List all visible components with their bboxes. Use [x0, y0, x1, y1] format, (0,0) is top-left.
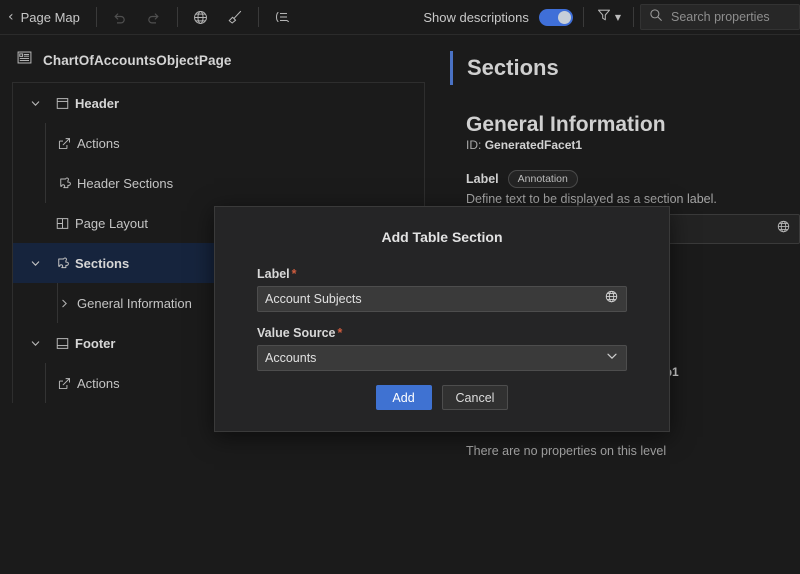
chevron-down-icon[interactable]	[605, 349, 619, 368]
add-table-section-dialog: Add Table Section Label * Account Subject…	[214, 206, 670, 432]
tree-guide-line	[45, 163, 46, 203]
undo-icon	[111, 9, 128, 26]
tree-item-label: Actions	[77, 375, 120, 391]
section-id-value: GeneratedFacet1	[484, 138, 583, 153]
back-to-page-map-button[interactable]: ‹ Page Map	[0, 0, 90, 35]
show-descriptions-group: Show descriptions	[423, 8, 577, 26]
redo-icon	[145, 9, 162, 26]
magic-wand-icon	[226, 8, 244, 26]
label-property-description: Define text to be displayed as a section…	[466, 192, 717, 207]
tree-item-header[interactable]: Header	[13, 83, 424, 123]
dialog-label-input-value: Account Subjects	[265, 292, 362, 306]
undo-button[interactable]	[103, 3, 137, 31]
tree-guide-line	[45, 123, 46, 163]
dialog-value-source-select[interactable]: Accounts	[257, 345, 627, 371]
dialog-body: Label * Account Subjects Value Source * Ac…	[215, 245, 669, 410]
tree-item-label: Sections	[75, 255, 130, 271]
tree-item-header-actions[interactable]: Actions	[13, 123, 424, 163]
outline-list-icon	[273, 8, 291, 26]
search-properties-box[interactable]	[640, 4, 800, 30]
required-asterisk: *	[337, 326, 343, 340]
required-asterisk: *	[291, 267, 297, 281]
dialog-value-source-value: Accounts	[265, 351, 317, 365]
chevron-down-icon[interactable]	[21, 258, 49, 269]
label-property-header: Label Annotation	[466, 170, 800, 189]
tree-guide-line	[45, 363, 46, 403]
tree-root-node[interactable]: ChartOfAccountsObjectPage	[0, 35, 437, 82]
section-id-line: ID: GeneratedFacet1	[466, 138, 800, 152]
back-button-label: Page Map	[20, 9, 80, 25]
tree-item-label: General Information	[77, 295, 192, 311]
toggle-knob	[557, 10, 571, 24]
chevron-down-icon: ▼	[614, 12, 621, 22]
toolbar-divider	[95, 7, 97, 27]
section-id-prefix: ID:	[466, 138, 482, 153]
globe-icon[interactable]	[776, 219, 791, 239]
external-link-icon	[51, 376, 77, 391]
top-toolbar: ‹ Page Map Show descriptions ▼ Search pr…	[0, 0, 800, 35]
redo-button[interactable]	[137, 3, 171, 31]
dialog-label-field-label: Label *	[257, 267, 627, 281]
globe-button[interactable]	[184, 3, 218, 31]
toolbar-divider	[633, 7, 634, 27]
detail-accent-bar	[450, 51, 453, 85]
cancel-button[interactable]: Cancel	[441, 385, 509, 410]
dialog-actions: Add Cancel	[257, 385, 627, 410]
show-descriptions-toggle[interactable]	[538, 8, 573, 26]
header-block-icon	[49, 96, 75, 111]
actions-empty-message: There are no properties on this level	[466, 444, 667, 459]
tree-item-label: Header	[75, 95, 120, 111]
search-icon	[649, 8, 663, 27]
filter-button[interactable]: ▼	[590, 3, 627, 32]
detail-panel-header: Sections	[450, 35, 800, 95]
dialog-title: Add Table Section	[381, 229, 503, 245]
annotation-badge: Annotation	[507, 170, 578, 189]
label-property-name: Label	[466, 172, 499, 187]
puzzle-piece-icon	[51, 176, 77, 191]
chevron-left-icon: ‹	[8, 9, 14, 25]
layout-grid-icon	[49, 216, 75, 231]
filter-icon	[596, 7, 612, 28]
dialog-value-source-label-text: Value Source	[257, 326, 336, 340]
tree-item-label: Header Sections	[77, 175, 174, 191]
outline-list-button[interactable]	[265, 3, 299, 31]
detail-panel-title: Sections	[467, 55, 559, 80]
toolbar-divider	[582, 7, 584, 27]
tree-guide-line	[57, 283, 58, 323]
show-descriptions-label: Show descriptions	[423, 9, 529, 25]
puzzle-piece-icon	[49, 256, 75, 271]
external-link-icon	[51, 136, 77, 151]
dialog-label-input[interactable]: Account Subjects	[257, 286, 627, 312]
footer-block-icon	[49, 336, 75, 351]
tree-item-label: Page Layout	[75, 215, 149, 231]
page-card-icon	[16, 49, 33, 71]
chevron-down-icon[interactable]	[21, 338, 49, 349]
toolbar-divider	[257, 7, 259, 27]
globe-icon[interactable]	[604, 289, 619, 309]
chevron-right-icon[interactable]	[51, 298, 77, 309]
toolbar-divider	[176, 7, 178, 27]
search-input[interactable]	[671, 10, 791, 24]
chevron-down-icon[interactable]	[21, 98, 49, 109]
magic-wand-button[interactable]	[218, 3, 252, 31]
tree-item-label: Footer	[75, 335, 116, 351]
tree-item-label: Actions	[77, 135, 120, 151]
dialog-value-source-label: Value Source *	[257, 326, 627, 340]
add-button[interactable]: Add	[375, 385, 432, 410]
section-heading-general-information: General Information	[466, 113, 666, 136]
globe-icon	[192, 9, 209, 26]
tree-root-label: ChartOfAccountsObjectPage	[43, 52, 232, 68]
dialog-label-field-label-text: Label	[257, 267, 290, 281]
tree-item-header-sections[interactable]: Header Sections	[13, 163, 424, 203]
